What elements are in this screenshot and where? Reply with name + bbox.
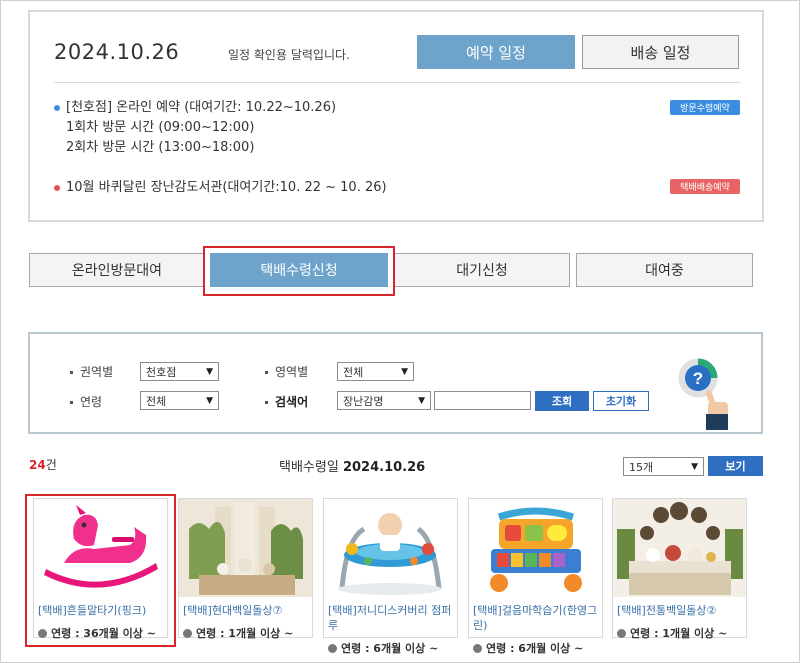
product-age: 연령 : 6개월 이상 ~ [328,640,438,656]
product-age: 연령 : 1개월 이상 ~ [183,625,293,641]
event-title: 10월 바퀴달린 장난감도서관(대여기간:10. 22 ~ 10. 26) [66,180,387,195]
result-count: 24건 [29,458,57,472]
schedule-panel: 2024.10.26 일정 확인용 달력입니다. 예약 일정 배송 일정 [천호… [28,10,764,222]
product-name[interactable]: [택배]전통백일돌상② [617,603,745,618]
product-image [34,499,167,597]
product-card[interactable]: [택배]걸음마학습기(한영그린) 연령 : 6개월 이상 ~ [468,498,603,655]
reservation-schedule-button[interactable]: 예약 일정 [417,35,575,69]
schedule-date: 2024.10.26 [54,40,180,64]
event-dot-blue [54,105,60,111]
calendar-note: 일정 확인용 달력입니다. [228,48,350,62]
product-image [324,499,457,597]
event-detail: 1회차 방문 시간 (09:00~12:00) [66,120,255,135]
product-name[interactable]: [택배]흔들말타기(핑크) [38,603,166,618]
age-select[interactable]: 전체 ▼ [140,391,219,410]
product-card[interactable]: [택배]전통백일돌상② 연령 : 1개월 이상 ~ [612,498,747,641]
search-panel: 권역별 천호점 ▼ 영역별 전체 ▼ 연령 전체 ▼ 검색어 장난감명 ▼ 조회 초기화… [28,332,763,434]
event-title: [천호점] 온라인 예약 (대여기간: 10.22~10.26) [66,100,337,115]
product-image [613,499,746,597]
schedule-divider [54,82,740,83]
area-select[interactable]: 전체 ▼ [337,362,414,381]
product-name[interactable]: [택배]현대백일돌상⑦ [183,603,311,618]
info-icon [473,643,482,653]
keyword-input[interactable] [434,391,531,410]
delivery-schedule-button[interactable]: 배송 일정 [582,35,739,69]
chevron-down-icon: ▼ [418,395,425,406]
age-filter-label: 연령 [70,393,102,410]
chevron-down-icon: ▼ [691,461,698,472]
product-image [469,499,602,597]
event-dot-red [54,185,60,191]
region-filter-label: 권역별 [70,363,113,380]
tab-waitlist[interactable]: 대기신청 [394,253,570,287]
tab-delivery-request[interactable]: 택배수령신청 [210,253,388,287]
region-select[interactable]: 천호점 ▼ [140,362,219,381]
product-name[interactable]: [택배]걸음마학습기(한영그린) [473,603,601,633]
svg-text:?: ? [693,369,703,388]
product-age: 연령 : 6개월 이상 ~ [473,640,583,656]
schedule-event-visit[interactable]: [천호점] 온라인 예약 (대여기간: 10.22~10.26) 1회차 방문 … [54,98,744,160]
view-button[interactable]: 보기 [708,456,763,476]
tab-renting[interactable]: 대여중 [576,253,753,287]
area-filter-label: 영역별 [265,363,308,380]
delivery-reservation-tag: 택배배송예약 [670,179,740,194]
info-icon [183,628,192,638]
event-detail: 2회차 방문 시간 (13:00~18:00) [66,140,255,155]
chevron-down-icon: ▼ [206,395,213,406]
chevron-down-icon: ▼ [401,366,408,377]
product-card[interactable]: [택배]저니디스커버리 점퍼루 연령 : 6개월 이상 ~ [323,498,458,655]
keyword-type-select[interactable]: 장난감명 ▼ [337,391,431,410]
product-name[interactable]: [택배]저니디스커버리 점퍼루 [328,603,456,633]
keyword-label: 검색어 [265,393,308,410]
chevron-down-icon: ▼ [206,366,213,377]
info-icon [38,628,47,638]
info-icon [328,643,337,653]
product-age: 연령 : 36개월 이상 ~ [38,625,156,641]
product-card[interactable]: [택배]현대백일돌상⑦ 연령 : 1개월 이상 ~ [178,498,313,641]
pickup-date-info: 택배수령일 2024.10.26 [279,460,426,475]
info-icon [617,628,626,638]
schedule-event-delivery[interactable]: 10월 바퀴달린 장난감도서관(대여기간:10. 22 ~ 10. 26) 택배… [54,178,744,200]
search-button[interactable]: 조회 [535,391,589,411]
product-image [179,499,312,597]
product-card[interactable]: [택배]흔들말타기(핑크) 연령 : 36개월 이상 ~ [33,498,168,641]
page-size-select[interactable]: 15개 ▼ [623,457,704,476]
search-illustration-icon: ? [678,358,728,430]
tab-online-visit[interactable]: 온라인방문대여 [29,253,205,287]
visit-reservation-tag: 방문수령예약 [670,100,740,115]
product-age: 연령 : 1개월 이상 ~ [617,625,727,641]
reset-button[interactable]: 초기화 [593,391,649,411]
